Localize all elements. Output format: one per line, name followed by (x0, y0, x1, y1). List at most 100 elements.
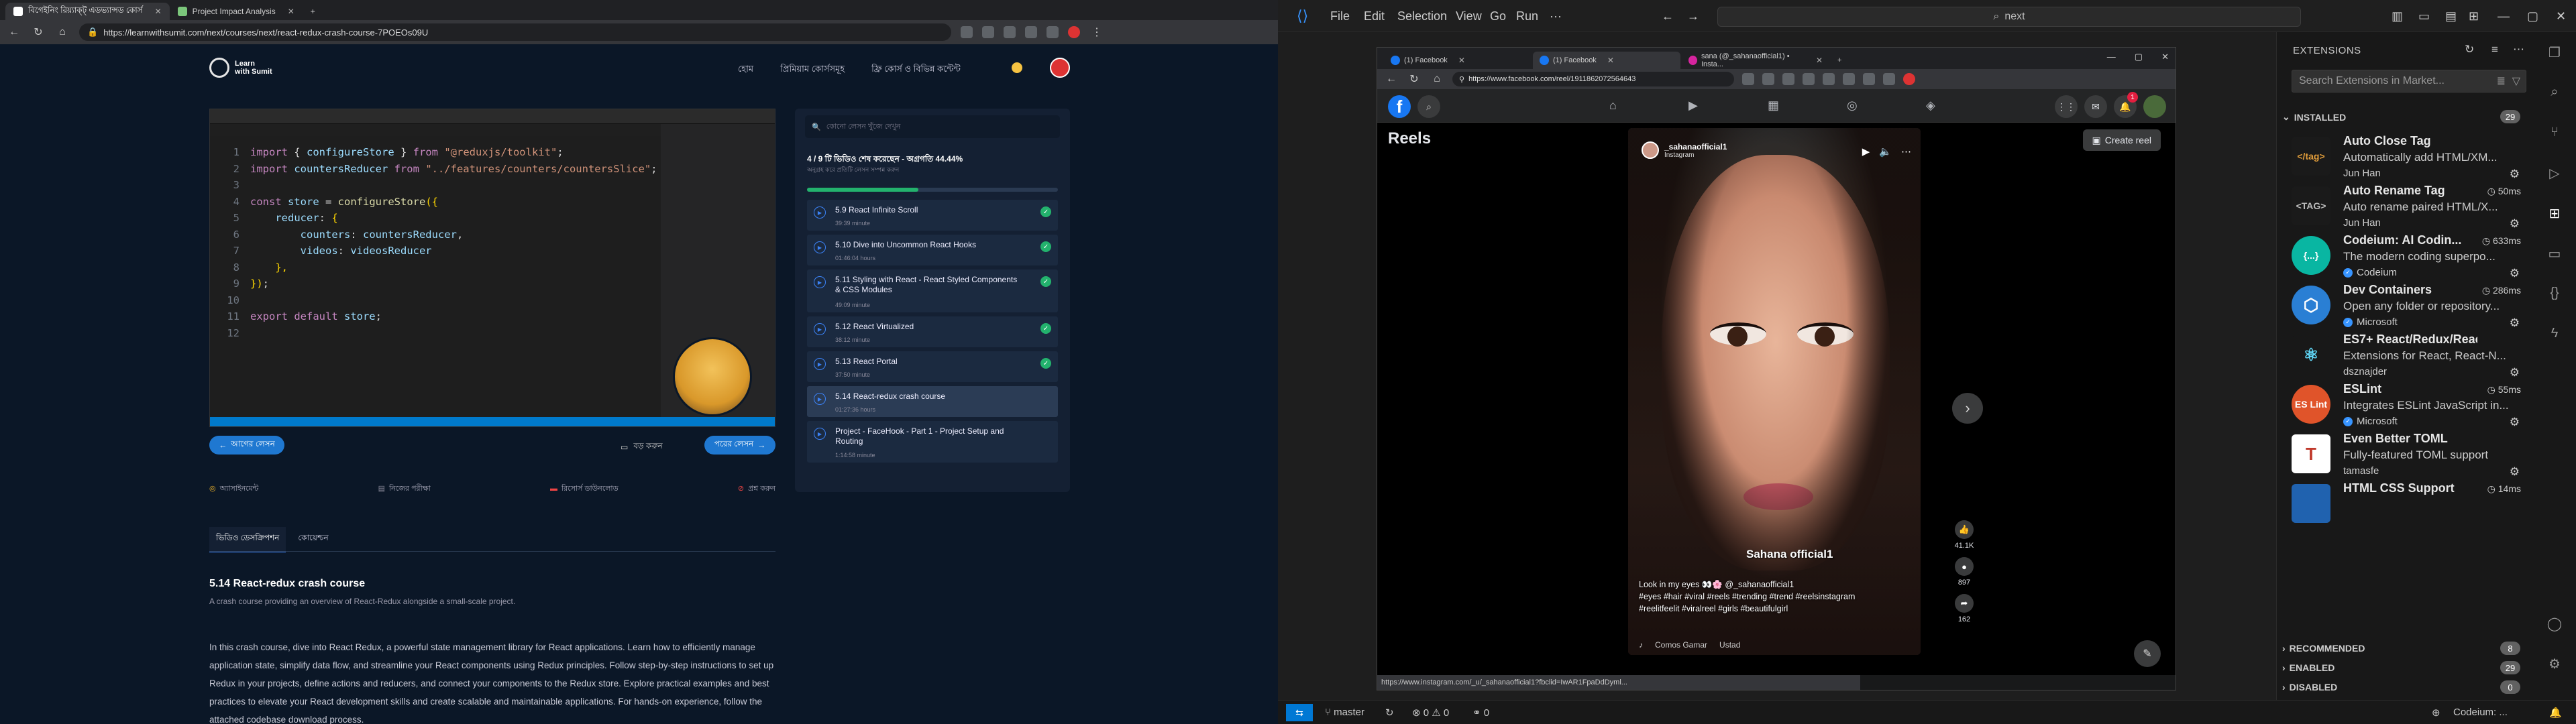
reload-icon[interactable]: ↻ (31, 25, 46, 39)
settings-gear-icon[interactable]: ⚙ (2546, 656, 2563, 673)
new-tab-icon[interactable]: + (1831, 52, 1851, 69)
remote-explorer-icon[interactable]: ▭ (2546, 245, 2563, 263)
fb-tab-1[interactable]: (1) Facebook ✕ (1384, 52, 1532, 69)
home-icon[interactable]: ⌂ (1609, 99, 1617, 113)
next-lesson-button[interactable]: পরের লেসন → (704, 436, 775, 455)
extension-item[interactable]: HTML CSS Support ◷ 14ms (2277, 480, 2534, 527)
ports-indicator[interactable]: ⚭ 0 (1472, 707, 1489, 719)
nav-home-link[interactable]: হোম (738, 63, 753, 77)
more-options-icon[interactable]: ⋮ (1089, 25, 1104, 39)
marketplace-icon[interactable]: ▦ (1768, 99, 1779, 113)
extension-icon[interactable] (1762, 73, 1774, 85)
profile-avatar[interactable] (2143, 95, 2166, 118)
notifications-bell-icon[interactable]: 🔔 (2549, 707, 2562, 719)
maximize-icon[interactable]: ▢ (2135, 52, 2143, 62)
more-actions-icon[interactable]: ⋯ (2513, 43, 2524, 56)
extension-icon[interactable] (982, 26, 994, 38)
lesson-item[interactable]: ▶ 5.14 React-redux crash course 01:27:36 h… (807, 386, 1058, 417)
manage-gear-icon[interactable]: ⚙ (2510, 267, 2520, 280)
profile-avatar[interactable] (1068, 26, 1080, 38)
fb-tab-3[interactable]: sana (@_sahanaofficial1) • Insta... ✕ (1682, 52, 1829, 69)
lesson-search-input[interactable]: 🔍 কোনো লেসন খুঁজে দেখুন (805, 115, 1060, 138)
search-icon[interactable]: ⌕ (2546, 84, 2563, 102)
refresh-icon[interactable]: ↻ (2465, 43, 2474, 56)
menu-more[interactable]: ··· (1550, 9, 1562, 23)
fullscreen-button[interactable]: ▭ বড় করুন (621, 440, 663, 454)
extension-item[interactable]: </tag> Auto Close Tag Automatically add HT… (2277, 133, 2534, 180)
recommended-section-header[interactable]: › RECOMMENDED (2282, 643, 2365, 654)
reel-author[interactable]: _sahanaofficial1 Instagram (1642, 141, 1727, 159)
disabled-section-header[interactable]: › DISABLED (2282, 682, 2337, 692)
reel-video[interactable]: _sahanaofficial1 Instagram ▶ 🔈 ⋯ Sahana … (1628, 128, 1921, 655)
close-tab-icon[interactable]: ✕ (288, 7, 294, 16)
menu-grid-icon[interactable]: ⋮⋮ (2055, 95, 2078, 118)
search-icon[interactable]: ⌕ (1417, 95, 1440, 118)
lesson-item[interactable]: ▶ 5.12 React Virtualized 38:12 minute ✓ (807, 316, 1058, 347)
browser-tab-project[interactable]: Project Impact Analysis ✕ (170, 3, 303, 20)
close-window-icon[interactable]: ✕ (2556, 9, 2566, 23)
tab-questions[interactable]: কোয়েশ্চন (291, 527, 335, 552)
manage-gear-icon[interactable]: ⚙ (2510, 168, 2520, 181)
groups-icon[interactable]: ◎ (1847, 99, 1858, 113)
address-bar[interactable]: 🔒 https://learnwithsumit.com/next/course… (79, 23, 951, 41)
assignment-link[interactable]: ◎ অ্যাসাইনমেন্ট (209, 483, 258, 495)
toggle-sidebar-icon[interactable]: ▥ (2392, 9, 2403, 23)
reel-audio[interactable]: ♪ Comos Gamar Ustad (1639, 640, 1740, 650)
reload-icon[interactable]: ↻ (1407, 72, 1421, 86)
fb-address-bar[interactable]: ⚲ https://www.facebook.com/reel/19118620… (1452, 72, 1734, 86)
sort-icon[interactable]: ≣ (2497, 74, 2506, 88)
next-reel-button[interactable]: › (1952, 393, 1983, 424)
ask-question-link[interactable]: ⊘ প্রশ্ন করুন (738, 483, 775, 495)
manage-gear-icon[interactable]: ⚙ (2510, 316, 2520, 330)
compose-icon[interactable]: ✎ (2134, 640, 2161, 667)
gaming-icon[interactable]: ◈ (1926, 99, 1935, 113)
extensions-search-input[interactable]: Search Extensions in Market... ≣ ▽ (2292, 70, 2526, 93)
nav-free-link[interactable]: ফ্রি কোর্স ও বিভিন্ন কন্টেন্ট (871, 63, 961, 77)
remote-indicator-icon[interactable]: ⇆ (1286, 704, 1313, 721)
extension-item[interactable]: ⚛ ES7+ React/Redux/React-N... Extensions f… (2277, 331, 2534, 379)
extension-icon[interactable] (1883, 73, 1895, 85)
menu-view[interactable]: View (1456, 9, 1482, 23)
installed-section-header[interactable]: ⌄ INSTALLED (2282, 111, 2346, 123)
extension-icon[interactable] (1823, 73, 1835, 85)
toggle-secondary-icon[interactable]: ▤ (2445, 9, 2457, 23)
codeium-icon[interactable]: ϟ (2546, 326, 2563, 343)
json-icon[interactable]: {} (2546, 286, 2563, 303)
menu-run[interactable]: Run (1516, 9, 1538, 23)
extension-icon[interactable] (1046, 26, 1059, 38)
nav-premium-link[interactable]: প্রিমিয়াম কোর্সসমূহ (780, 63, 845, 77)
new-tab-icon[interactable]: + (303, 3, 323, 20)
site-logo[interactable]: Learn with Sumit (209, 58, 272, 78)
theme-toggle-icon[interactable] (1012, 62, 1022, 73)
video-icon[interactable]: ▶ (1688, 99, 1698, 113)
lesson-item[interactable]: ▶ 5.13 React Portal 37:50 minute ✓ (807, 351, 1058, 382)
extension-item[interactable]: <TAG> Auto Rename Tag ◷ 50ms Auto rename pa… (2277, 182, 2534, 230)
extension-icon[interactable] (1782, 73, 1794, 85)
resource-link[interactable]: ▬ রিসোর্স ডাউনলোড (550, 483, 619, 495)
lesson-item[interactable]: ▶ 5.11 Styling with React - React Styled … (807, 269, 1058, 312)
extension-icon[interactable] (1803, 73, 1815, 85)
branch-indicator[interactable]: ⑂ master (1325, 707, 1364, 718)
home-icon[interactable]: ⌂ (1430, 73, 1444, 85)
manage-gear-icon[interactable]: ⚙ (2510, 465, 2520, 479)
volume-icon[interactable]: 🔈 (1879, 145, 1892, 158)
extension-icon[interactable] (1004, 26, 1016, 38)
nav-forward-icon[interactable]: → (1687, 9, 1699, 23)
comment-button[interactable]: ● 897 (1954, 557, 1974, 587)
like-button[interactable]: 👍 41.1K (1954, 520, 1974, 550)
extension-icon[interactable] (1025, 26, 1037, 38)
manage-gear-icon[interactable]: ⚙ (2510, 416, 2520, 429)
close-window-icon[interactable]: ✕ (2161, 52, 2169, 62)
lesson-item[interactable]: ▶ Project - FaceHook - Part 1 - Project S… (807, 421, 1058, 463)
lesson-item[interactable]: ▶ 5.9 React Infinite Scroll 39:39 minute ✓ (807, 200, 1058, 231)
back-icon[interactable]: ← (7, 26, 21, 38)
more-icon[interactable]: ⋯ (1901, 145, 1911, 158)
home-icon[interactable]: ⌂ (55, 26, 70, 38)
enabled-section-header[interactable]: › ENABLED (2282, 662, 2334, 673)
manage-gear-icon[interactable]: ⚙ (2510, 366, 2520, 379)
share-button[interactable]: ➦ 162 (1954, 594, 1974, 623)
extension-item[interactable]: ⬡ Dev Containers ◷ 286ms Open any folder or… (2277, 282, 2534, 330)
fb-tab-2[interactable]: (1) Facebook ✕ (1533, 52, 1680, 69)
run-debug-icon[interactable]: ▷ (2546, 165, 2563, 182)
previous-lesson-button[interactable]: ← আগের লেসন (209, 436, 284, 455)
